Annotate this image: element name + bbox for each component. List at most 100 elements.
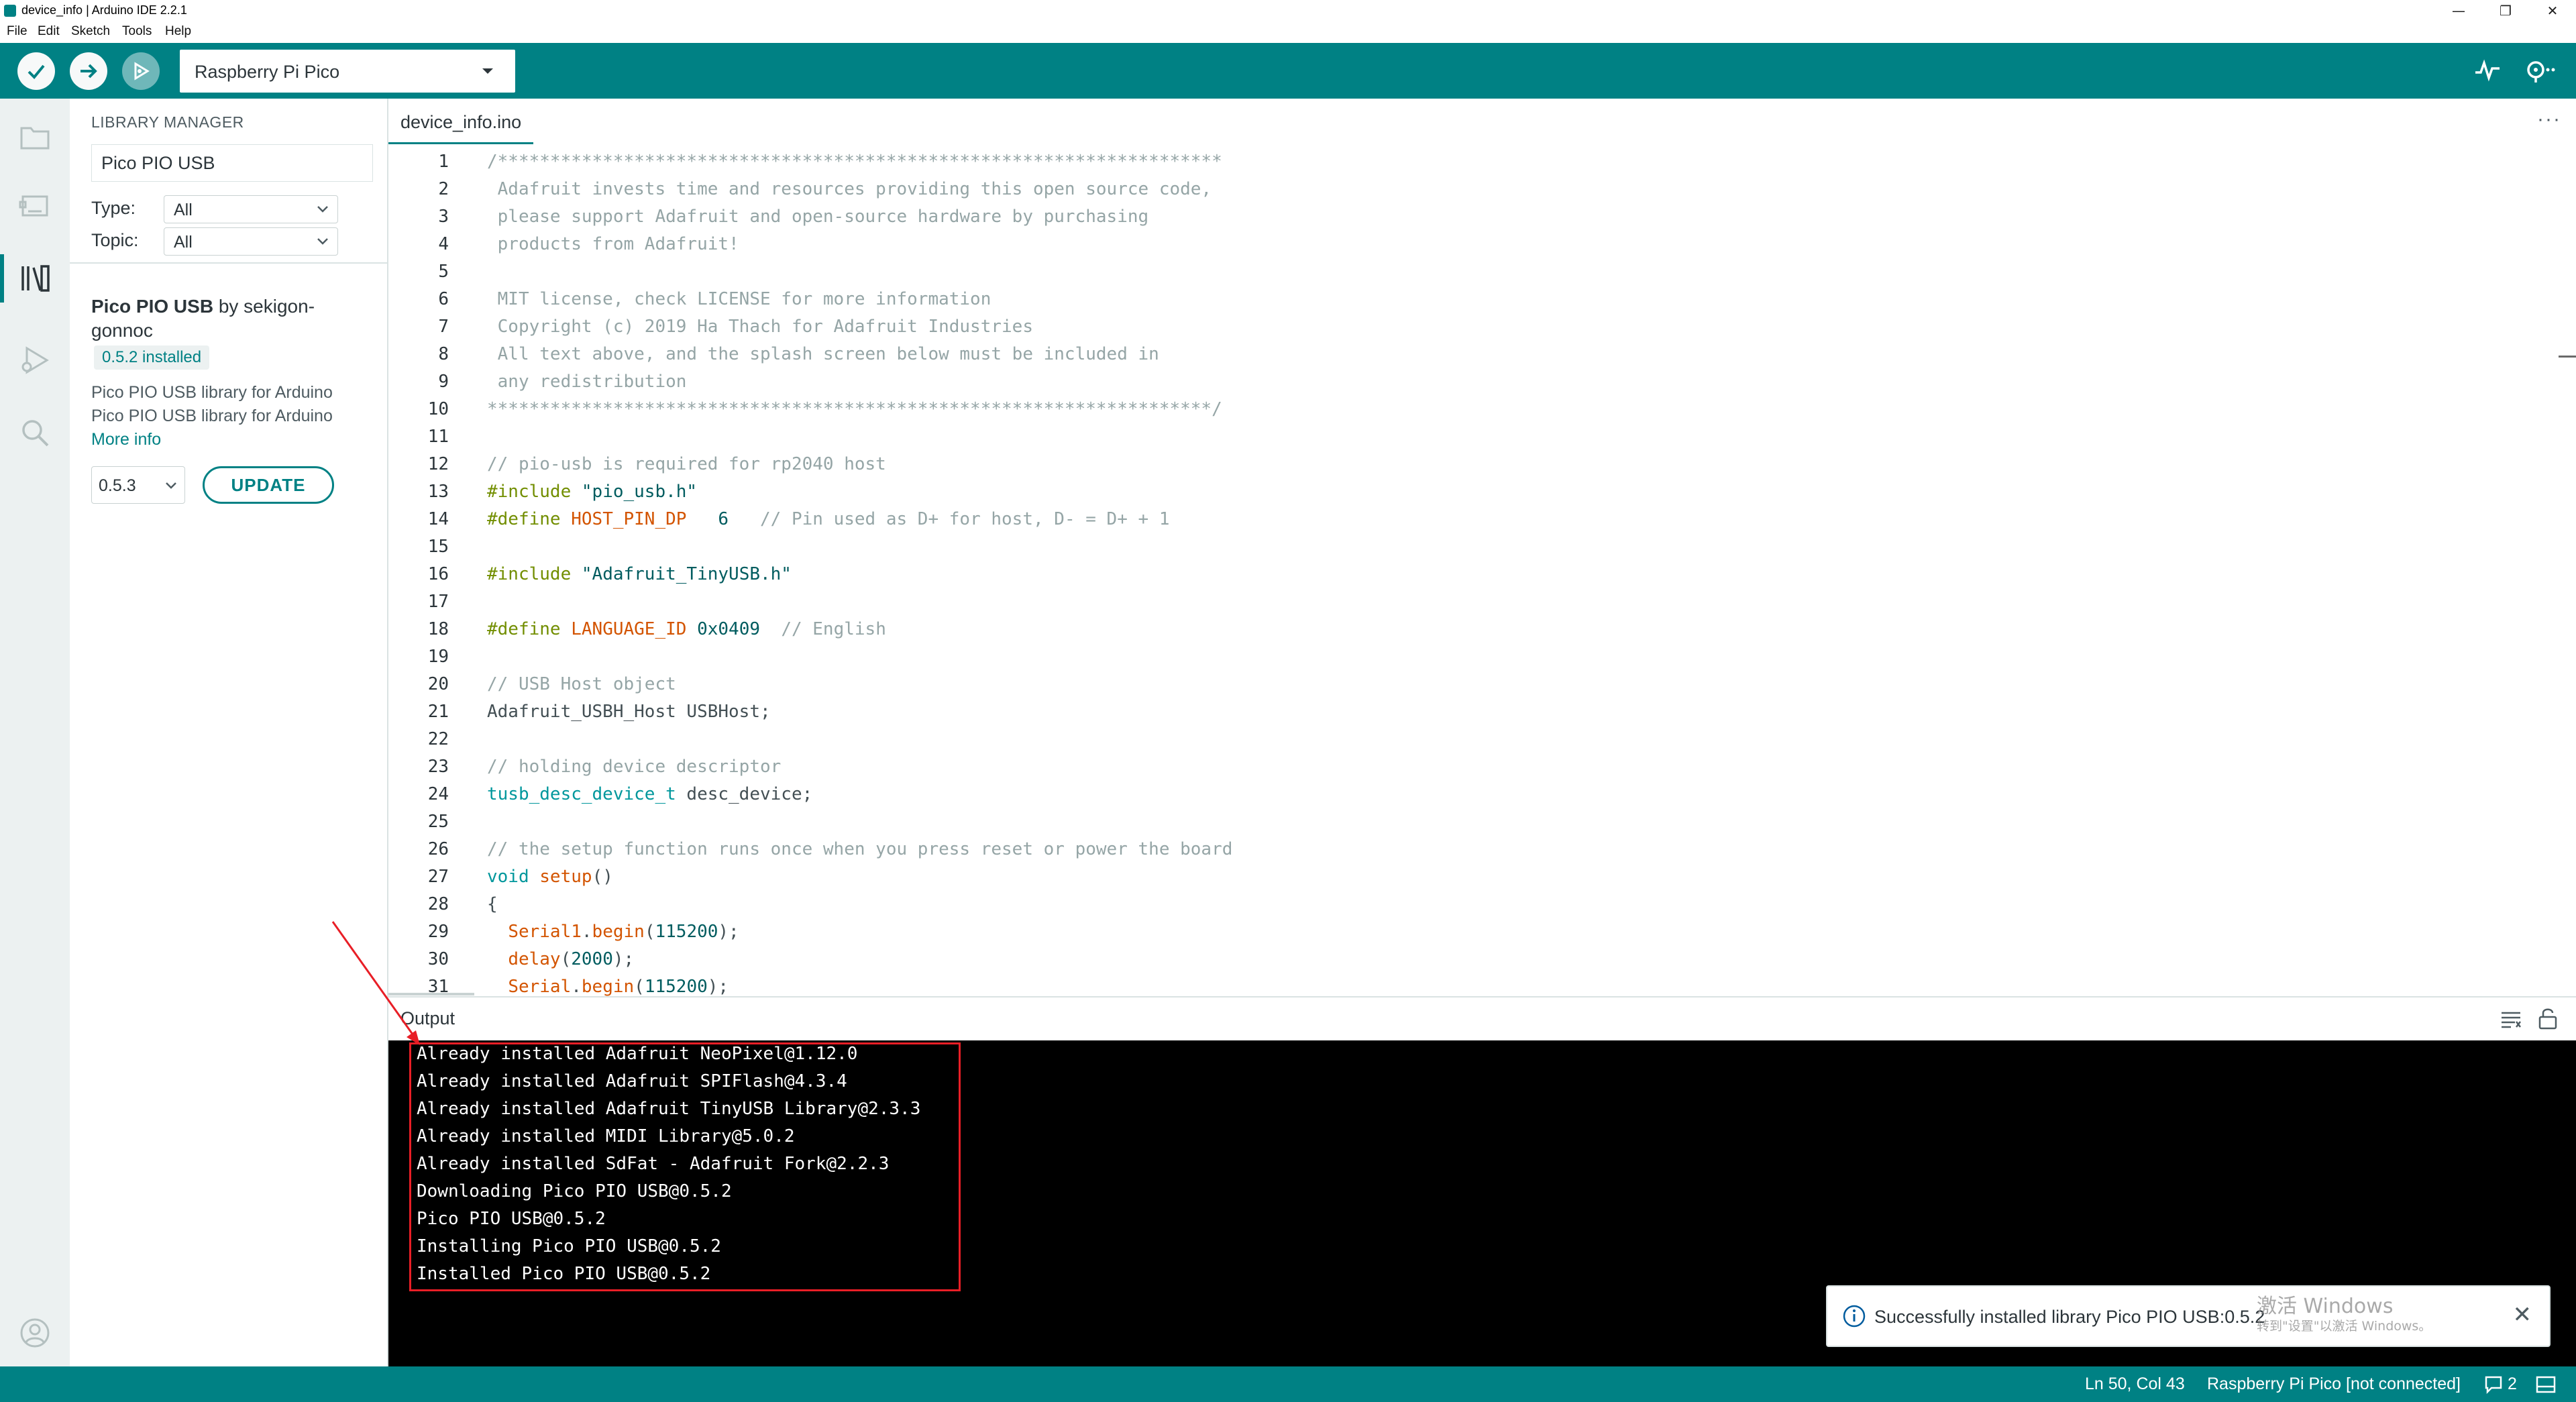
board-status[interactable]: Raspberry Pi Pico [not connected] <box>2207 1374 2461 1394</box>
code-token: #include <box>487 482 582 502</box>
debug-icon <box>134 62 150 80</box>
chevron-down-icon <box>317 206 328 213</box>
output-panel-header: Output <box>388 996 2576 1040</box>
library-manager-tab[interactable] <box>0 254 55 303</box>
menu-bar: File Edit Sketch Tools Help <box>0 21 2576 43</box>
version-select-value: 0.5.3 <box>99 476 136 495</box>
sketchbook-tab[interactable] <box>15 117 55 158</box>
type-filter-value: All <box>174 201 193 219</box>
code-token: () <box>592 867 613 887</box>
code-line: any redistribution <box>487 372 687 392</box>
code-line: Serial.begin(115200); <box>487 977 729 997</box>
debug-tab[interactable] <box>15 340 55 380</box>
code-token: ); <box>707 977 729 997</box>
menu-edit[interactable]: Edit <box>38 24 60 39</box>
cursor-position[interactable]: Ln 50, Col 43 <box>2085 1374 2185 1394</box>
board-selector[interactable]: Raspberry Pi Pico <box>180 50 515 93</box>
serial-monitor-icon[interactable] <box>2522 56 2556 83</box>
editor-more-button[interactable]: ··· <box>2537 108 2561 131</box>
close-window-button[interactable]: ✕ <box>2529 0 2576 21</box>
line-number: 14 <box>427 509 449 529</box>
line-number: 1 <box>438 152 449 172</box>
code-token: begin <box>581 977 635 997</box>
line-number: 12 <box>427 454 449 474</box>
code-token: 6 <box>686 509 760 529</box>
update-button[interactable]: UPDATE <box>203 466 334 504</box>
type-filter-label: Type: <box>91 198 136 218</box>
code-line: MIT license, check LICENSE for more info… <box>487 289 991 309</box>
code-token: ); <box>612 949 635 969</box>
code-line: delay(2000); <box>487 949 634 969</box>
code-token: // USB Host object <box>487 674 676 694</box>
more-info-link[interactable]: More info <box>91 430 161 449</box>
clear-output-icon[interactable] <box>2500 1010 2522 1030</box>
upload-button[interactable] <box>70 52 107 90</box>
line-number: 4 <box>438 234 449 254</box>
library-description: Pico PIO USB library for Arduino <box>91 407 333 425</box>
line-number: 11 <box>427 427 449 447</box>
search-tab[interactable] <box>15 413 55 453</box>
code-token: /***************************************… <box>487 152 1222 172</box>
code-line: All text above, and the splash screen be… <box>487 344 1159 364</box>
menu-sketch[interactable]: Sketch <box>71 24 110 39</box>
code-line: /***************************************… <box>487 152 1222 172</box>
account-button[interactable] <box>15 1313 55 1353</box>
board-selector-label: Raspberry Pi Pico <box>195 62 340 82</box>
toggle-bottom-panel-icon[interactable] <box>2536 1376 2556 1393</box>
code-token: #define <box>487 619 572 639</box>
close-notification-button[interactable]: ✕ <box>2513 1301 2532 1328</box>
menu-help[interactable]: Help <box>165 24 191 39</box>
line-number: 25 <box>427 812 449 832</box>
code-token: ****************************************… <box>487 399 1222 419</box>
editor-tab-bar: device_info.ino ··· <box>388 99 2576 144</box>
code-line: ****************************************… <box>487 399 1222 419</box>
boards-manager-tab[interactable] <box>15 186 55 226</box>
code-token: setup <box>539 867 592 887</box>
topic-filter-select[interactable]: All <box>164 227 338 256</box>
maximize-button[interactable]: ❐ <box>2482 0 2529 21</box>
line-number: 17 <box>427 592 449 612</box>
code-token: ( <box>644 922 655 942</box>
debug-button[interactable] <box>122 52 160 90</box>
code-token: ( <box>634 977 645 997</box>
code-token: Serial <box>508 977 572 997</box>
code-token: Adafruit_USBH_Host USBHost; <box>487 702 771 722</box>
activation-watermark-title: 激活 Windows <box>2257 1295 2394 1318</box>
code-token: desc_device; <box>676 784 813 804</box>
info-icon <box>1843 1305 1866 1328</box>
code-token: ( <box>560 949 572 969</box>
library-summary: Pico PIO USB library for Arduino <box>91 383 333 402</box>
menu-tools[interactable]: Tools <box>122 24 152 39</box>
code-token: . <box>581 922 592 942</box>
version-select[interactable]: 0.5.3 <box>91 466 185 504</box>
tab-device-info[interactable]: device_info.ino <box>388 99 534 144</box>
code-line: products from Adafruit! <box>487 234 739 254</box>
code-token: { <box>487 894 498 914</box>
line-number: 21 <box>427 702 449 722</box>
code-line: void setup() <box>487 867 613 887</box>
notifications-icon[interactable] <box>2483 1374 2504 1395</box>
code-line: // holding device descriptor <box>487 757 781 777</box>
library-search-input[interactable] <box>91 144 373 182</box>
serial-plotter-icon[interactable] <box>2474 56 2501 83</box>
line-number: 3 <box>438 207 449 227</box>
account-icon <box>20 1318 50 1348</box>
notification-message: Successfully installed library Pico PIO … <box>1874 1307 2265 1327</box>
minimize-button[interactable]: — <box>2435 0 2482 21</box>
menu-file[interactable]: File <box>7 24 28 39</box>
code-line: { <box>487 894 498 914</box>
code-token: please support Adafruit and open-source … <box>487 207 1149 227</box>
line-number: 16 <box>427 564 449 584</box>
verify-button[interactable] <box>17 52 55 90</box>
code-token: delay <box>508 949 561 969</box>
code-token: // holding device descriptor <box>487 757 782 777</box>
code-token: Serial1 <box>508 922 582 942</box>
type-filter-select[interactable]: All <box>164 195 338 223</box>
line-number: 20 <box>427 674 449 694</box>
line-number: 2 <box>438 179 449 199</box>
code-token: 2000 <box>571 949 613 969</box>
annotation-arrow <box>331 921 420 1045</box>
lock-scroll-icon[interactable] <box>2538 1007 2558 1030</box>
notifications-count[interactable]: 2 <box>2508 1374 2517 1394</box>
